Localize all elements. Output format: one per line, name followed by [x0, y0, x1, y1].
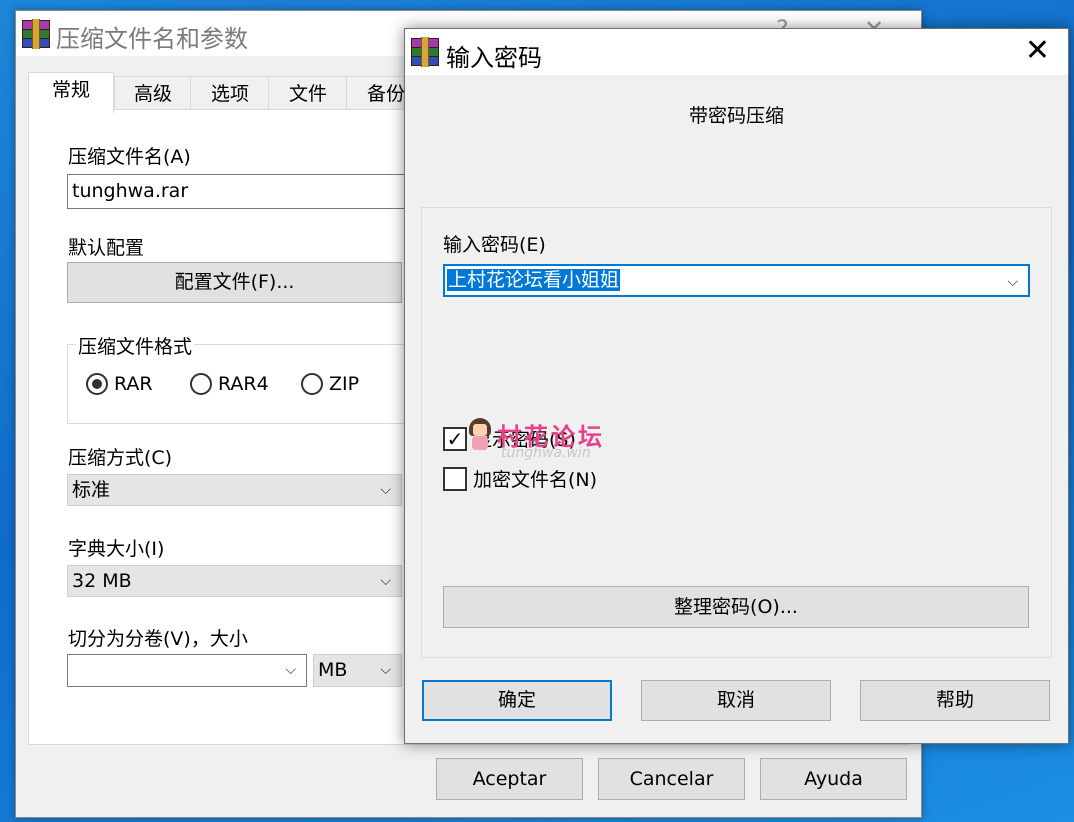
watermark-logo: 村花论坛 tunghwa.win — [467, 417, 605, 461]
archive-name-label: 压缩文件名(A) — [68, 146, 191, 168]
girl-mascot-icon — [467, 417, 493, 452]
dialog-heading: 带密码压缩 — [688, 105, 784, 127]
tab-general[interactable]: 常规 — [28, 72, 114, 113]
split-size-input[interactable]: ⌵ — [67, 654, 307, 687]
close-icon[interactable]: ✕ — [1025, 33, 1050, 69]
tab-options[interactable]: 选项 — [190, 76, 270, 111]
ok-button[interactable]: 确定 — [422, 680, 612, 721]
cancel-button[interactable]: Cancelar — [598, 758, 745, 800]
cancel-button[interactable]: 取消 — [641, 680, 831, 721]
archive-format-group: 压缩文件格式 RAR RAR4 ZIP — [67, 332, 405, 424]
checkbox-indicator — [443, 466, 467, 491]
password-value: 上村花论坛看小姐姐 — [447, 269, 621, 291]
enter-password-dialog: 输入密码 ✕ 带密码压缩 输入密码(E) 上村花论坛看小姐姐 ⌵ ✓ 显示密码(S… — [404, 28, 1069, 744]
chevron-down-icon: ⌵ — [380, 482, 391, 498]
encrypt-filenames-checkbox[interactable]: 加密文件名(N) — [443, 465, 597, 492]
archive-format-label: 压缩文件格式 — [76, 332, 195, 359]
dictionary-size-label: 字典大小(I) — [68, 538, 165, 560]
winrar-icon — [20, 19, 50, 49]
radio-rar4[interactable]: RAR4 — [190, 373, 269, 395]
dialog-title: 输入密码 — [446, 44, 542, 72]
window-title: 压缩文件名和参数 — [56, 25, 248, 53]
winrar-icon — [409, 37, 439, 67]
profiles-button[interactable]: 配置文件(F)... — [67, 262, 402, 303]
compression-method-label: 压缩方式(C) — [68, 447, 173, 469]
checkmark-icon: ✓ — [443, 426, 467, 451]
watermark-subtext: tunghwa.win — [501, 445, 591, 461]
dictionary-size-select[interactable]: 32 MB ⌵ — [67, 565, 402, 597]
chevron-down-icon: ⌵ — [380, 573, 391, 589]
password-label: 输入密码(E) — [443, 234, 546, 256]
help-button[interactable]: 帮助 — [860, 680, 1050, 721]
chevron-down-icon: ⌵ — [285, 662, 296, 678]
help-button[interactable]: Ayuda — [760, 758, 907, 800]
accept-button[interactable]: Aceptar — [436, 758, 583, 800]
tab-advanced[interactable]: 高级 — [114, 76, 192, 111]
chevron-down-icon: ⌵ — [380, 662, 391, 678]
compression-method-select[interactable]: 标准 ⌵ — [67, 474, 402, 506]
split-unit-select[interactable]: MB ⌵ — [313, 654, 402, 687]
archive-name-input[interactable]: tunghwa.rar — [67, 174, 427, 209]
split-volumes-label: 切分为分卷(V)，大小 — [68, 628, 248, 650]
organize-passwords-button[interactable]: 整理密码(O)... — [443, 586, 1029, 628]
password-input[interactable]: 上村花论坛看小姐姐 ⌵ — [443, 264, 1030, 297]
tab-files[interactable]: 文件 — [268, 76, 348, 111]
dialog-body: 带密码压缩 输入密码(E) 上村花论坛看小姐姐 ⌵ ✓ 显示密码(S) 加密文件名… — [405, 75, 1068, 743]
radio-indicator — [301, 373, 323, 395]
default-profile-label: 默认配置 — [68, 237, 145, 259]
chevron-down-icon: ⌵ — [1007, 274, 1018, 290]
dialog-title-bar: 输入密码 ✕ — [405, 29, 1068, 75]
radio-zip[interactable]: ZIP — [301, 373, 359, 395]
radio-rar[interactable]: RAR — [86, 373, 153, 395]
radio-indicator — [86, 373, 108, 395]
radio-indicator — [190, 373, 212, 395]
